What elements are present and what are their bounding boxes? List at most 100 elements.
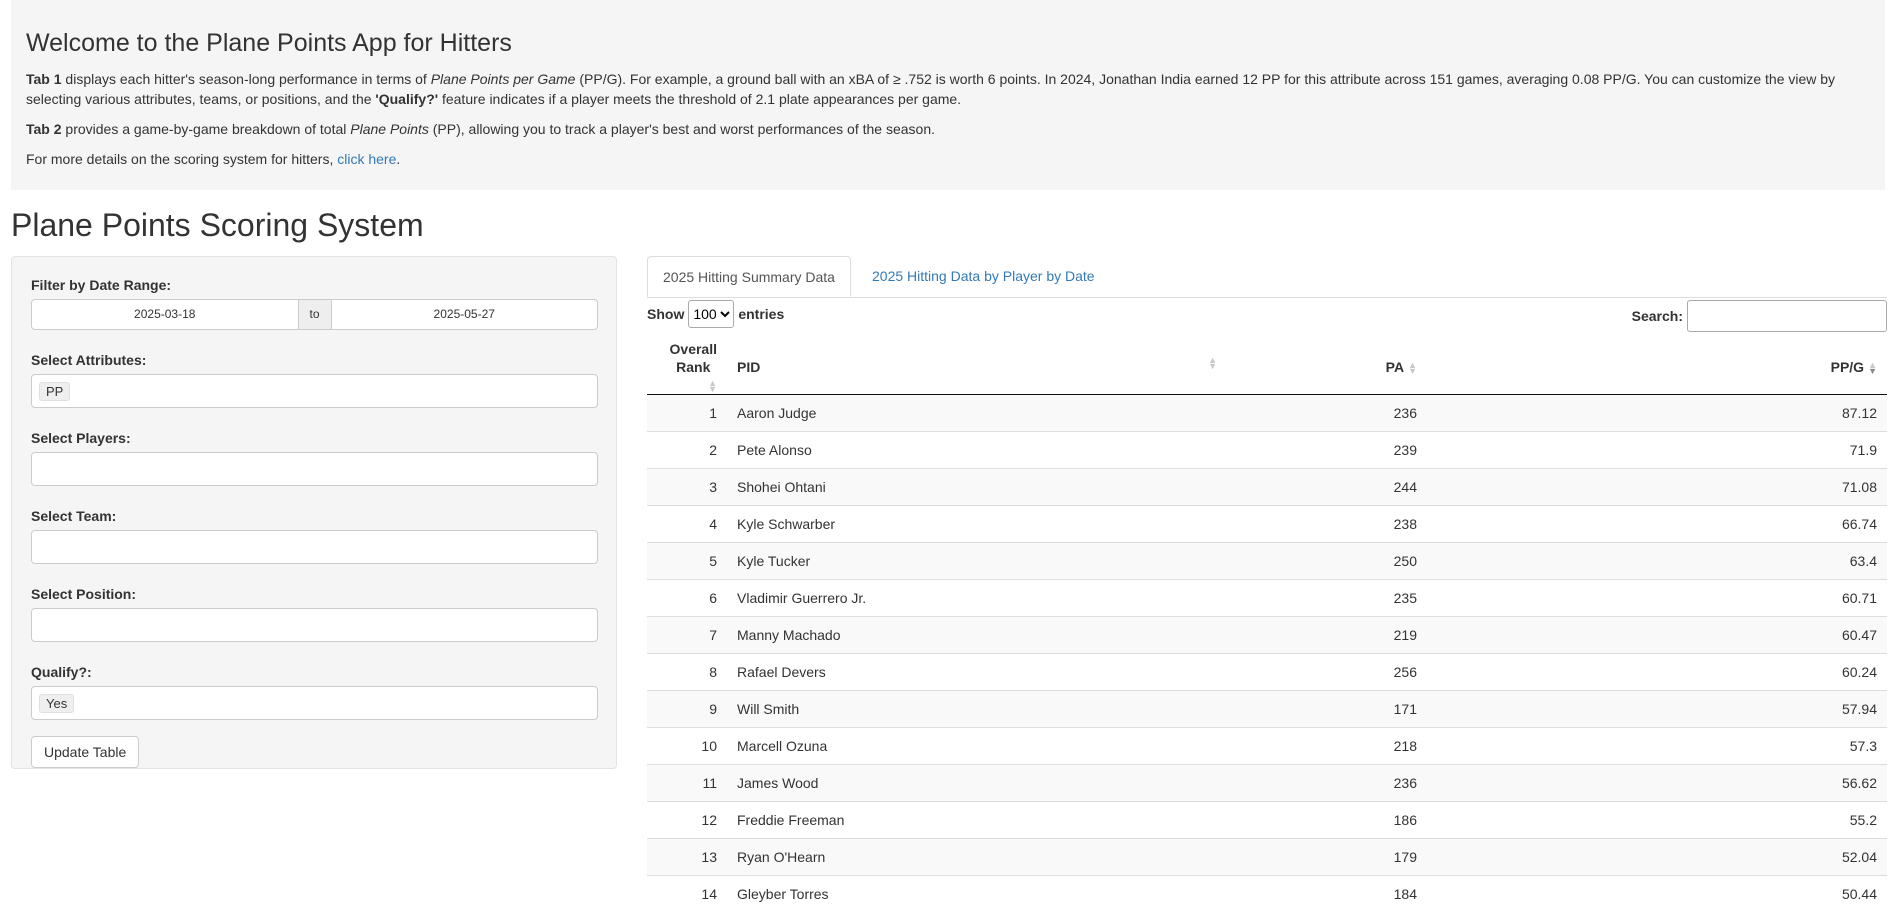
player-cell: Kyle Tucker <box>727 542 1227 580</box>
pa-cell: 219 <box>1227 616 1427 654</box>
rank-cell: 14 <box>647 875 727 913</box>
ppg-cell: 71.9 <box>1427 431 1887 469</box>
table-row[interactable]: 11 James Wood 236 56.62 <box>647 764 1887 802</box>
player-cell: Aaron Judge <box>727 394 1227 432</box>
rank-cell: 12 <box>647 801 727 839</box>
rank-cell: 1 <box>647 394 727 432</box>
update-table-button[interactable]: Update Table <box>31 736 140 768</box>
entries-length-control: Show 100 entries <box>647 300 784 328</box>
click-here-link[interactable]: click here <box>337 151 396 167</box>
rank-cell: 3 <box>647 468 727 506</box>
table-row[interactable]: 5 Kyle Tucker 250 63.4 <box>647 542 1887 580</box>
qualify-label: Qualify?: <box>31 664 92 680</box>
pa-cell: 179 <box>1227 838 1427 876</box>
rank-cell: 9 <box>647 690 727 728</box>
ppg-cell: 63.4 <box>1427 542 1887 580</box>
entries-select[interactable]: 100 <box>688 300 735 328</box>
table-row[interactable]: 1 Aaron Judge 236 87.12 <box>647 394 1887 432</box>
ppg-cell: 60.71 <box>1427 579 1887 617</box>
ppg-cell: 55.2 <box>1427 801 1887 839</box>
player-cell: Vladimir Guerrero Jr. <box>727 579 1227 617</box>
pa-cell: 244 <box>1227 468 1427 506</box>
players-select[interactable] <box>31 452 598 486</box>
table-row[interactable]: 13 Ryan O'Hearn 179 52.04 <box>647 838 1887 876</box>
ppg-cell: 87.12 <box>1427 394 1887 432</box>
player-cell: Gleyber Torres <box>727 875 1227 913</box>
rank-cell: 10 <box>647 727 727 765</box>
attribute-chip[interactable]: PP <box>39 381 71 401</box>
date-range-separator: to <box>298 299 331 330</box>
pa-cell: 171 <box>1227 690 1427 728</box>
ppg-cell: 71.08 <box>1427 468 1887 506</box>
search-label: Search: <box>1631 308 1683 324</box>
intro-title: Welcome to the Plane Points App for Hitt… <box>26 29 512 57</box>
ppg-cell: 66.74 <box>1427 505 1887 543</box>
table-row[interactable]: 2 Pete Alonso 239 71.9 <box>647 431 1887 469</box>
intro-paragraph-details: For more details on the scoring system f… <box>26 150 401 167</box>
player-cell: Pete Alonso <box>727 431 1227 469</box>
column-header-rank[interactable]: Overall Rank ▲ ▼ <box>647 340 727 395</box>
table-row[interactable]: 6 Vladimir Guerrero Jr. 235 60.71 <box>647 579 1887 617</box>
column-header-pid[interactable]: PID ▲ ▼ <box>727 340 1227 395</box>
table-row[interactable]: 12 Freddie Freeman 186 55.2 <box>647 801 1887 839</box>
player-cell: Marcell Ozuna <box>727 727 1227 765</box>
tab-bar: 2025 Hitting Summary Data 2025 Hitting D… <box>647 256 1887 298</box>
search-control: Search: <box>1632 300 1887 332</box>
table-row[interactable]: 4 Kyle Schwarber 238 66.74 <box>647 505 1887 543</box>
table-row[interactable]: 10 Marcell Ozuna 218 57.3 <box>647 727 1887 765</box>
player-cell: Freddie Freeman <box>727 801 1227 839</box>
column-header-ppg[interactable]: PP/G ▲ ▼ <box>1427 340 1887 395</box>
qualify-chip[interactable]: Yes <box>39 693 75 713</box>
position-select[interactable] <box>31 608 598 642</box>
intro-paragraph-tab1: Tab 1 displays each hitter's season-long… <box>26 70 1836 107</box>
team-select[interactable] <box>31 530 598 564</box>
ppg-cell: 50.44 <box>1427 875 1887 913</box>
table-row[interactable]: 7 Manny Machado 219 60.47 <box>647 616 1887 654</box>
summary-table: Overall Rank ▲ ▼ PID ▲ ▼ PA ▲ ▼ PP/G ▲ ▼ 1 Aaro… <box>647 340 1887 913</box>
rank-cell: 2 <box>647 431 727 469</box>
table-body: 1 Aaron Judge 236 87.12 2 Pete Alonso 239 71.9 3… <box>647 394 1887 913</box>
ppg-cell: 60.47 <box>1427 616 1887 654</box>
ppg-cell: 60.24 <box>1427 653 1887 691</box>
pa-cell: 218 <box>1227 727 1427 765</box>
player-cell: James Wood <box>727 764 1227 802</box>
table-row[interactable]: 3 Shohei Ohtani 244 71.08 <box>647 468 1887 506</box>
table-row[interactable]: 14 Gleyber Torres 184 50.44 <box>647 875 1887 913</box>
player-cell: Rafael Devers <box>727 653 1227 691</box>
team-label: Select Team: <box>31 508 117 524</box>
rank-cell: 13 <box>647 838 727 876</box>
intro-paragraph-tab2: Tab 2 provides a game-by-game breakdown … <box>26 120 935 137</box>
tab-summary-data[interactable]: 2025 Hitting Summary Data <box>647 256 851 297</box>
rank-cell: 5 <box>647 542 727 580</box>
ppg-cell: 56.62 <box>1427 764 1887 802</box>
player-cell: Shohei Ohtani <box>727 468 1227 506</box>
player-cell: Ryan O'Hearn <box>727 838 1227 876</box>
ppg-cell: 57.3 <box>1427 727 1887 765</box>
search-input[interactable] <box>1687 300 1887 332</box>
column-header-pa[interactable]: PA ▲ ▼ <box>1227 340 1427 395</box>
pa-cell: 239 <box>1227 431 1427 469</box>
player-cell: Will Smith <box>727 690 1227 728</box>
date-start-input[interactable]: 2025-03-18 <box>31 299 299 330</box>
players-label: Select Players: <box>31 430 131 446</box>
date-range-input: 2025-03-18 to 2025-05-27 <box>31 299 598 330</box>
rank-cell: 7 <box>647 616 727 654</box>
pa-cell: 256 <box>1227 653 1427 691</box>
table-row[interactable]: 8 Rafael Devers 256 60.24 <box>647 653 1887 691</box>
page-title: Plane Points Scoring System <box>11 207 424 243</box>
attributes-label: Select Attributes: <box>31 352 147 368</box>
intro-panel: Welcome to the Plane Points App for Hitt… <box>11 0 1885 190</box>
pa-cell: 184 <box>1227 875 1427 913</box>
date-range-label: Filter by Date Range: <box>31 277 172 293</box>
date-end-input[interactable]: 2025-05-27 <box>330 299 598 330</box>
qualify-select[interactable]: Yes <box>31 686 598 720</box>
table-controls: Show 100 entries Search: <box>647 300 1887 340</box>
position-label: Select Position: <box>31 586 137 602</box>
table-row[interactable]: 9 Will Smith 171 57.94 <box>647 690 1887 728</box>
sort-icon: ▲ ▼ <box>1408 360 1417 377</box>
rank-cell: 4 <box>647 505 727 543</box>
pa-cell: 236 <box>1227 764 1427 802</box>
attributes-select[interactable]: PP <box>31 374 598 408</box>
tab-data-by-date[interactable]: 2025 Hitting Data by Player by Date <box>857 256 1110 297</box>
filter-sidebar: Filter by Date Range: 2025-03-18 to 2025… <box>11 256 617 769</box>
